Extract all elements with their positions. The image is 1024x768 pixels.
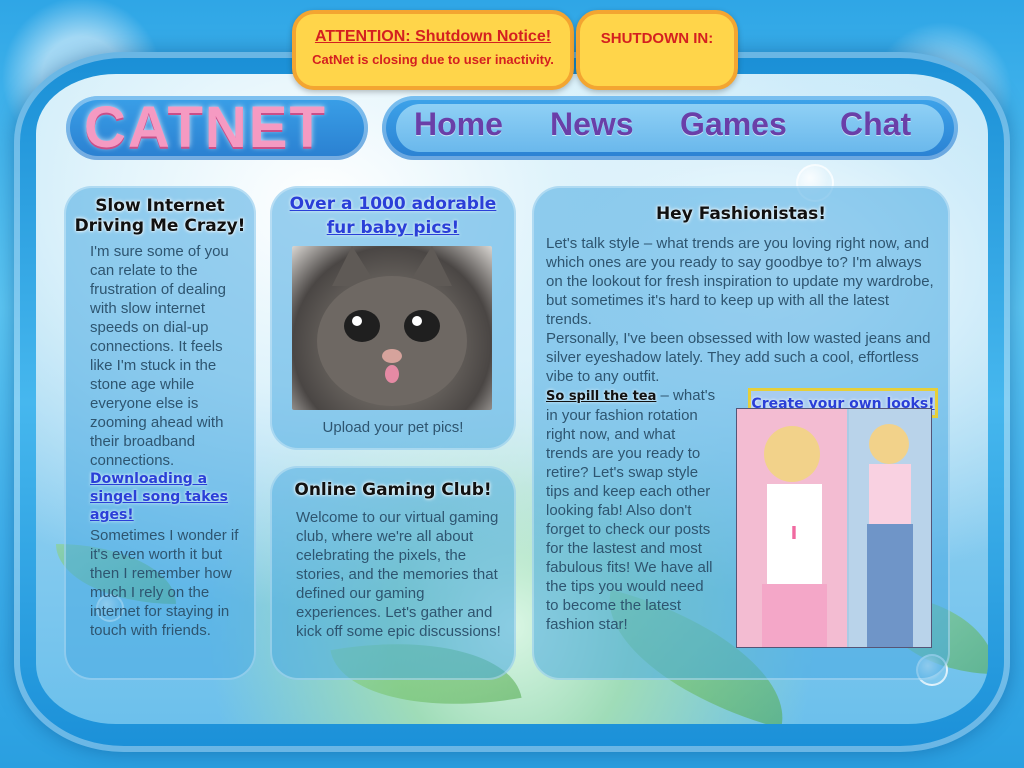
fashion-panel: Hey Fashionistas! Let's talk style – wha… (532, 186, 950, 680)
svg-text:I: I (791, 523, 798, 544)
nav-games[interactable]: Games (680, 106, 787, 143)
spill-the-tea: So spill the tea (546, 389, 657, 404)
slow-internet-text: I'm sure some of you can relate to the f… (90, 243, 229, 469)
nav-chat[interactable]: Chat (840, 106, 911, 143)
slow-internet-title: Slow Internet Driving Me Crazy! (74, 196, 246, 236)
pet-pics-panel: Over a 1000 adorable fur baby pics! Uplo… (270, 186, 516, 450)
fashion-text-2: Personally, I've been obsessed with low … (546, 330, 931, 385)
slow-internet-text-2: Sometimes I wonder if it's even worth it… (90, 527, 239, 639)
fashion-text-1: Let's talk style – what trends are you l… (546, 235, 934, 328)
slow-internet-panel: Slow Internet Driving Me Crazy! I'm sure… (64, 186, 256, 680)
site-logo[interactable]: CATNET (84, 96, 327, 160)
main-nav: Home News Games Chat (382, 96, 958, 160)
fashion-photo: I (736, 408, 932, 648)
download-link[interactable]: Downloading a singel song takes ages! (90, 470, 248, 524)
upload-pics-label[interactable]: Upload your pet pics! (270, 418, 516, 437)
shutdown-timer: SHUTDOWN IN: (576, 10, 738, 90)
fashion-title: Hey Fashionistas! (655, 204, 827, 224)
cat-photo (292, 246, 492, 410)
shutdown-notice: ATTENTION: Shutdown Notice! CatNet is cl… (292, 10, 574, 90)
fashion-text-3-body: – what's in your fashion rotation right … (546, 387, 716, 633)
cat-illustration (317, 246, 467, 406)
gaming-club-panel: Online Gaming Club! Welcome to our virtu… (270, 466, 516, 680)
gaming-club-title: Online Gaming Club! (294, 480, 492, 500)
notice-message: CatNet is closing due to user inactivity… (312, 52, 554, 67)
fashion-illustration: I (737, 409, 931, 647)
notice-title-link[interactable]: ATTENTION: Shutdown Notice! (296, 28, 570, 46)
nav-home[interactable]: Home (414, 106, 503, 143)
nav-news[interactable]: News (550, 106, 634, 143)
shutdown-timer-label: SHUTDOWN IN: (600, 30, 714, 47)
fashion-text-3: So spill the tea – what's in your fashio… (546, 386, 720, 634)
pet-pics-link[interactable]: Over a 1000 adorable fur baby pics! (280, 192, 506, 240)
gaming-club-text: Welcome to our virtual gaming club, wher… (296, 509, 501, 640)
